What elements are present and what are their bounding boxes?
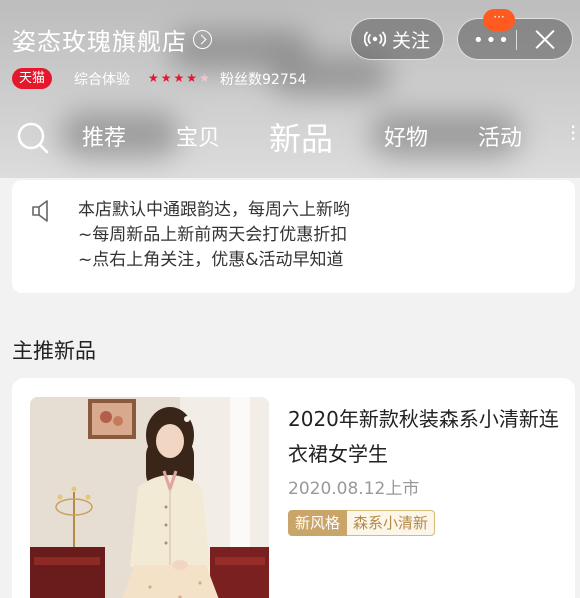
product-tag: 新风格 xyxy=(288,510,348,536)
tab-items[interactable]: 宝贝 xyxy=(176,120,220,152)
star-icon: ★ xyxy=(148,71,159,85)
search-icon[interactable] xyxy=(16,121,50,155)
product-card[interactable]: 2020年新款秋装森系小清新连衣裙女学生 2020.08.12上市 新风格 森系… xyxy=(12,378,575,598)
notice-text: 本店默认中通跟韵达，每周六上新哟 ~每周新品上新前两天会打优惠折扣 ~点右上角关… xyxy=(78,198,350,273)
store-header: 姿态玫瑰旗舰店 天猫 综合体验 ★ ★ ★ ★ ★ 粉丝数92754 关注 ••… xyxy=(0,0,580,178)
speaker-icon xyxy=(32,200,48,222)
live-icon xyxy=(363,31,386,47)
store-name-text: 姿态玫瑰旗舰店 xyxy=(12,28,187,56)
capsule-menu: ••• xyxy=(457,18,573,60)
tab-activities[interactable]: 活动 xyxy=(478,120,522,152)
store-notice-card: 本店默认中通跟韵达，每周六上新哟 ~每周新品上新前两天会打优惠折扣 ~点右上角关… xyxy=(12,180,575,293)
notice-line: ~每周新品上新前两天会打优惠折扣 xyxy=(78,225,348,245)
tab-recommend[interactable]: 推荐 xyxy=(82,120,126,152)
product-tag: 森系小清新 xyxy=(347,510,436,536)
tmall-badge: 天猫 xyxy=(12,68,53,89)
tab-more-icon[interactable]: · · · xyxy=(570,117,576,149)
rating-stars: ★ ★ ★ ★ ★ xyxy=(148,70,210,86)
star-icon: ★ xyxy=(173,71,185,85)
notification-badge: ··· xyxy=(483,9,515,31)
star-icon: ★ xyxy=(186,71,198,85)
section-title: 主推新品 xyxy=(12,339,96,363)
chevron-right-icon xyxy=(193,30,212,49)
follow-label: 关注 xyxy=(391,29,430,52)
store-name[interactable]: 姿态玫瑰旗舰店 xyxy=(12,22,212,57)
close-icon[interactable] xyxy=(534,28,556,50)
notice-line: 本店默认中通跟韵达，每周六上新哟 xyxy=(78,200,350,220)
fans-count: 粉丝数92754 xyxy=(220,72,307,88)
experience-label: 综合体验 xyxy=(74,72,130,88)
tab-new-arrivals[interactable]: 新品 xyxy=(269,114,333,160)
product-launch-date: 2020.08.12上市 xyxy=(288,479,420,499)
more-button[interactable]: ••• xyxy=(473,30,511,51)
capsule-divider xyxy=(516,30,517,50)
notice-line: ~点右上角关注，优惠&活动早知道 xyxy=(78,250,344,270)
follow-button[interactable]: 关注 xyxy=(350,18,444,60)
product-title[interactable]: 2020年新款秋装森系小清新连衣裙女学生 xyxy=(288,402,564,472)
star-icon: ★ xyxy=(199,71,210,85)
product-tags: 新风格 森系小清新 xyxy=(288,510,436,536)
product-image[interactable] xyxy=(30,397,269,598)
tab-good-items[interactable]: 好物 xyxy=(384,120,428,152)
store-tabs: 推荐 宝贝 新品 好物 活动 · · · xyxy=(0,112,580,162)
star-icon: ★ xyxy=(160,71,172,85)
